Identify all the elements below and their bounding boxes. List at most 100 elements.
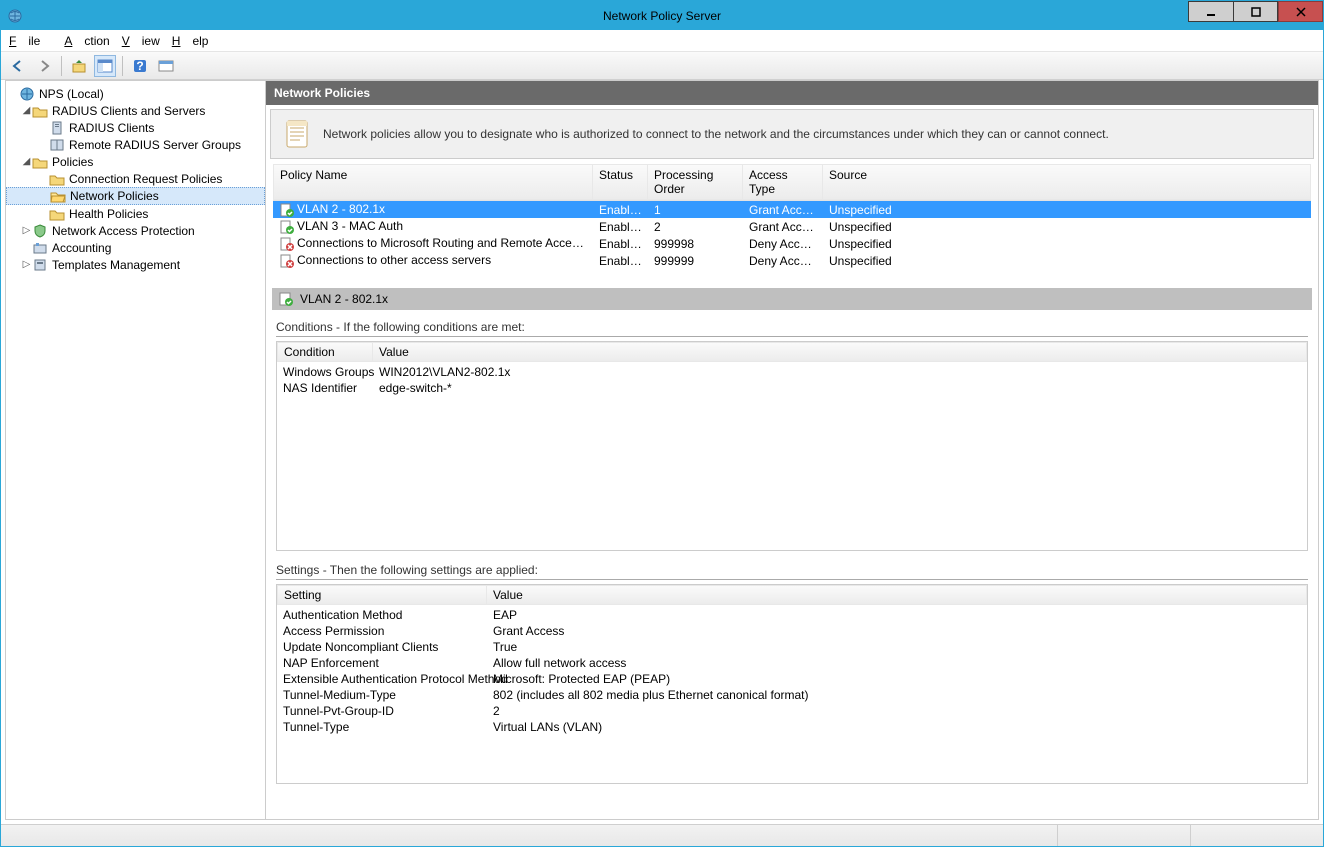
console-tree-button[interactable] xyxy=(94,55,116,77)
col-policy-name[interactable]: Policy Name xyxy=(273,164,593,200)
conditions-header[interactable]: Condition Value xyxy=(277,342,1307,362)
menu-action[interactable]: Action xyxy=(64,34,109,48)
setting-row[interactable]: Extensible Authentication Protocol Metho… xyxy=(277,671,1307,687)
policy-status: Enabled xyxy=(593,254,648,268)
policy-row[interactable]: VLAN 3 - MAC AuthEnabled2Grant AccessUns… xyxy=(273,218,1311,235)
policy-row[interactable]: Connections to other access serversEnabl… xyxy=(273,252,1311,269)
console-tree[interactable]: NPS (Local) ◢ RADIUS Clients and Servers… xyxy=(6,81,266,819)
policy-access: Deny Access xyxy=(743,237,823,251)
menu-bar: File Action View Help xyxy=(1,30,1323,52)
setting-row[interactable]: Update Noncompliant ClientsTrue xyxy=(277,639,1307,655)
policy-order: 1 xyxy=(648,203,743,217)
tree-network-policies[interactable]: Network Policies xyxy=(6,187,265,205)
conditions-table: Condition Value Windows GroupsWIN2012\VL… xyxy=(276,341,1308,551)
status-cell xyxy=(1,825,1058,846)
col-setting[interactable]: Setting xyxy=(277,585,487,605)
title-bar[interactable]: Network Policy Server xyxy=(1,1,1323,30)
tree-label: Network Policies xyxy=(69,189,160,203)
col-processing-order[interactable]: Processing Order xyxy=(648,164,743,200)
tree-policies[interactable]: ◢ Policies xyxy=(6,153,265,170)
up-button[interactable] xyxy=(68,55,90,77)
settings-label: Settings - Then the following settings a… xyxy=(276,563,1308,577)
close-button[interactable] xyxy=(1278,1,1323,22)
col-value[interactable]: Value xyxy=(487,585,1307,605)
setting-name: Access Permission xyxy=(277,624,487,638)
menu-help[interactable]: Help xyxy=(172,34,209,48)
setting-row[interactable]: Tunnel-Medium-Type802 (includes all 802 … xyxy=(277,687,1307,703)
collapse-icon[interactable]: ◢ xyxy=(21,156,32,167)
server-icon xyxy=(49,120,65,136)
policy-source: Unspecified xyxy=(823,254,1311,268)
setting-value: Microsoft: Protected EAP (PEAP) xyxy=(487,672,1307,686)
settings-header[interactable]: Setting Value xyxy=(277,585,1307,605)
tree-health-policies[interactable]: Health Policies xyxy=(6,205,265,222)
setting-row[interactable]: Tunnel-TypeVirtual LANs (VLAN) xyxy=(277,719,1307,735)
col-condition[interactable]: Condition xyxy=(277,342,373,362)
status-cell xyxy=(1058,825,1191,846)
separator xyxy=(122,56,123,76)
settings-body: Authentication MethodEAPAccess Permissio… xyxy=(277,605,1307,737)
folder-icon xyxy=(32,103,48,119)
setting-row[interactable]: NAP EnforcementAllow full network access xyxy=(277,655,1307,671)
expand-icon[interactable]: ▷ xyxy=(21,259,32,270)
section-title: Network Policies xyxy=(274,86,370,100)
tree-templates[interactable]: ▷ Templates Management xyxy=(6,256,265,273)
tree-label: RADIUS Clients xyxy=(68,121,155,135)
tree-nps-root[interactable]: NPS (Local) xyxy=(6,85,265,102)
expand-icon[interactable]: ▷ xyxy=(21,225,32,236)
col-status[interactable]: Status xyxy=(593,164,648,200)
policy-row[interactable]: VLAN 2 - 802.1xEnabled1Grant AccessUnspe… xyxy=(273,201,1311,218)
collapse-icon[interactable]: ◢ xyxy=(21,105,32,116)
tree-remote-radius-groups[interactable]: Remote RADIUS Server Groups xyxy=(6,136,265,153)
accounting-icon xyxy=(32,240,48,256)
setting-value: Allow full network access xyxy=(487,656,1307,670)
setting-name: NAP Enforcement xyxy=(277,656,487,670)
setting-name: Extensible Authentication Protocol Metho… xyxy=(277,672,487,686)
minimize-button[interactable] xyxy=(1188,1,1233,22)
help-button[interactable]: ? xyxy=(129,55,151,77)
folder-open-icon xyxy=(50,188,66,204)
policies-header[interactable]: Policy Name Status Processing Order Acce… xyxy=(273,164,1311,201)
tree-radius-clients[interactable]: RADIUS Clients xyxy=(6,119,265,136)
condition-row[interactable]: Windows GroupsWIN2012\VLAN2-802.1x xyxy=(277,364,1307,380)
forward-button[interactable] xyxy=(33,55,55,77)
condition-value: WIN2012\VLAN2-802.1x xyxy=(373,365,1307,379)
tree-radius-clients-servers[interactable]: ◢ RADIUS Clients and Servers xyxy=(6,102,265,119)
policy-name: Connections to Microsoft Routing and Rem… xyxy=(297,236,593,250)
setting-row[interactable]: Access PermissionGrant Access xyxy=(277,623,1307,639)
col-source[interactable]: Source xyxy=(823,164,1311,200)
condition-row[interactable]: NAS Identifieredge-switch-* xyxy=(277,380,1307,396)
servers-icon xyxy=(49,137,65,153)
tree-label: Templates Management xyxy=(51,258,181,272)
setting-row[interactable]: Authentication MethodEAP xyxy=(277,607,1307,623)
menu-view[interactable]: View xyxy=(122,34,160,48)
setting-row[interactable]: Tunnel-Pvt-Group-ID2 xyxy=(277,703,1307,719)
tree-accounting[interactable]: Accounting xyxy=(6,239,265,256)
tree-connection-request-policies[interactable]: Connection Request Policies xyxy=(6,170,265,187)
policies-table: Policy Name Status Processing Order Acce… xyxy=(272,163,1312,282)
col-access-type[interactable]: Access Type xyxy=(743,164,823,200)
folder-icon xyxy=(32,154,48,170)
description-text: Network policies allow you to designate … xyxy=(323,127,1109,141)
tree-label: Network Access Protection xyxy=(51,224,196,238)
setting-name: Tunnel-Medium-Type xyxy=(277,688,487,702)
tree-nap[interactable]: ▷ Network Access Protection xyxy=(6,222,265,239)
divider xyxy=(276,336,1308,337)
setting-name: Update Noncompliant Clients xyxy=(277,640,487,654)
conditions-section: Conditions - If the following conditions… xyxy=(276,320,1308,553)
back-button[interactable] xyxy=(7,55,29,77)
start-service-button[interactable] xyxy=(155,55,177,77)
settings-table: Setting Value Authentication MethodEAPAc… xyxy=(276,584,1308,784)
policy-status: Enabled xyxy=(593,203,648,217)
globe-icon xyxy=(19,86,35,102)
status-cell xyxy=(1191,825,1323,846)
svg-text:?: ? xyxy=(136,59,143,73)
policy-row[interactable]: Connections to Microsoft Routing and Rem… xyxy=(273,235,1311,252)
maximize-button[interactable] xyxy=(1233,1,1278,22)
menu-file[interactable]: File xyxy=(9,34,52,48)
policy-status: Enabled xyxy=(593,220,648,234)
col-value[interactable]: Value xyxy=(373,342,1307,362)
main-pane: Network Policies Network policies allow … xyxy=(266,81,1318,819)
policy-source: Unspecified xyxy=(823,237,1311,251)
policy-name: VLAN 3 - MAC Auth xyxy=(297,219,403,233)
